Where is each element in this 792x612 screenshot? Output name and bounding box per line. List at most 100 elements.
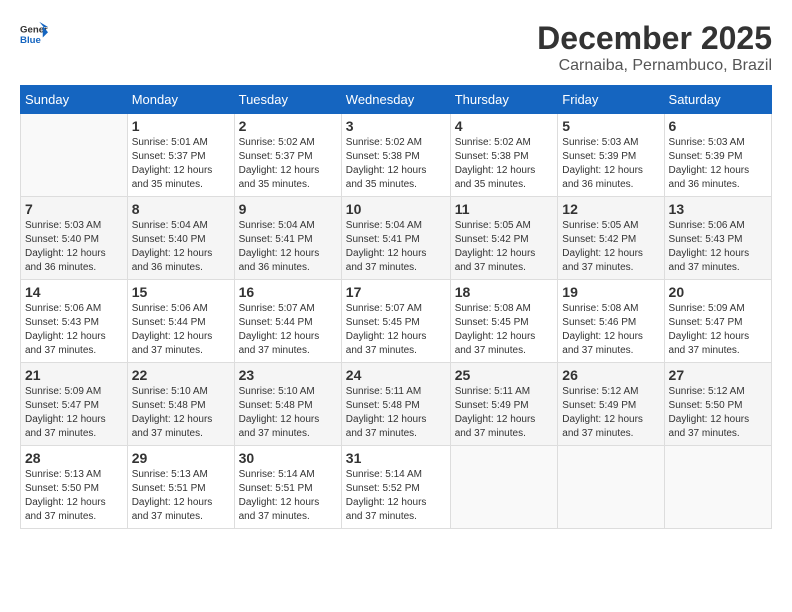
table-cell	[558, 446, 664, 529]
table-cell: 7Sunrise: 5:03 AMSunset: 5:40 PMDaylight…	[21, 197, 128, 280]
logo-icon: General Blue	[20, 20, 48, 48]
weekday-header-thursday: Thursday	[450, 86, 558, 114]
day-info: Sunrise: 5:04 AMSunset: 5:41 PMDaylight:…	[346, 219, 446, 275]
day-info: Sunrise: 5:07 AMSunset: 5:44 PMDaylight:…	[239, 302, 337, 358]
page-header: General Blue December 2025 Carnaiba, Per…	[20, 20, 772, 75]
table-cell	[664, 446, 771, 529]
table-cell: 25 Sunrise: 5:11 AMSunset: 5:49 PMDayligh…	[450, 363, 558, 446]
table-cell: 29Sunrise: 5:13 AMSunset: 5:51 PMDayligh…	[127, 446, 234, 529]
day-info: Sunrise: 5:08 AMSunset: 5:46 PMDaylight:…	[562, 302, 659, 358]
day-number: 13	[669, 201, 767, 217]
day-info: Sunrise: 5:03 AMSunset: 5:39 PMDaylight:…	[562, 136, 659, 192]
table-cell: 2 Sunrise: 5:02 AMSunset: 5:37 PMDaylight…	[234, 114, 341, 197]
day-number: 26	[562, 367, 659, 383]
day-info: Sunrise: 5:12 AMSunset: 5:49 PMDaylight:…	[562, 385, 659, 441]
day-info: Sunrise: 5:02 AMSunset: 5:38 PMDaylight:…	[346, 136, 446, 192]
table-cell: 4Sunrise: 5:02 AMSunset: 5:38 PMDaylight…	[450, 114, 558, 197]
table-cell: 8 Sunrise: 5:04 AMSunset: 5:40 PMDaylight…	[127, 197, 234, 280]
day-info: Sunrise: 5:03 AMSunset: 5:40 PMDaylight:…	[25, 219, 123, 275]
table-cell: 12 Sunrise: 5:05 AMSunset: 5:42 PMDayligh…	[558, 197, 664, 280]
day-number: 23	[239, 367, 337, 383]
table-cell: 1 Sunrise: 5:01 AMSunset: 5:37 PMDaylight…	[127, 114, 234, 197]
day-number: 11	[455, 201, 554, 217]
day-info: Sunrise: 5:02 AMSunset: 5:38 PMDaylight:…	[455, 136, 554, 192]
calendar-week-4: 21 Sunrise: 5:09 AMSunset: 5:47 PMDayligh…	[21, 363, 772, 446]
day-info: Sunrise: 5:04 AMSunset: 5:41 PMDaylight:…	[239, 219, 337, 275]
day-info: Sunrise: 5:04 AMSunset: 5:40 PMDaylight:…	[132, 219, 230, 275]
table-cell	[450, 446, 558, 529]
day-info: Sunrise: 5:10 AMSunset: 5:48 PMDaylight:…	[132, 385, 230, 441]
day-info: Sunrise: 5:06 AMSunset: 5:44 PMDaylight:…	[132, 302, 230, 358]
day-info: Sunrise: 5:07 AMSunset: 5:45 PMDaylight:…	[346, 302, 446, 358]
day-info: Sunrise: 5:08 AMSunset: 5:45 PMDaylight:…	[455, 302, 554, 358]
day-number: 9	[239, 201, 337, 217]
day-number: 28	[25, 450, 123, 466]
day-info: Sunrise: 5:12 AMSunset: 5:50 PMDaylight:…	[669, 385, 767, 441]
day-number: 22	[132, 367, 230, 383]
day-number: 3	[346, 118, 446, 134]
table-cell: 30Sunrise: 5:14 AMSunset: 5:51 PMDayligh…	[234, 446, 341, 529]
day-info: Sunrise: 5:14 AMSunset: 5:52 PMDaylight:…	[346, 468, 446, 524]
calendar-week-3: 14Sunrise: 5:06 AMSunset: 5:43 PMDayligh…	[21, 280, 772, 363]
day-number: 21	[25, 367, 123, 383]
table-cell: 15 Sunrise: 5:06 AMSunset: 5:44 PMDayligh…	[127, 280, 234, 363]
table-cell: 31 Sunrise: 5:14 AMSunset: 5:52 PMDayligh…	[341, 446, 450, 529]
month-title: December 2025	[537, 20, 772, 57]
weekday-header-friday: Friday	[558, 86, 664, 114]
day-number: 20	[669, 284, 767, 300]
day-number: 8	[132, 201, 230, 217]
weekday-header-wednesday: Wednesday	[341, 86, 450, 114]
day-number: 18	[455, 284, 554, 300]
day-number: 30	[239, 450, 337, 466]
day-info: Sunrise: 5:06 AMSunset: 5:43 PMDaylight:…	[669, 219, 767, 275]
day-info: Sunrise: 5:09 AMSunset: 5:47 PMDaylight:…	[669, 302, 767, 358]
table-cell	[21, 114, 128, 197]
day-number: 10	[346, 201, 446, 217]
day-info: Sunrise: 5:05 AMSunset: 5:42 PMDaylight:…	[455, 219, 554, 275]
day-number: 27	[669, 367, 767, 383]
table-cell: 10 Sunrise: 5:04 AMSunset: 5:41 PMDayligh…	[341, 197, 450, 280]
day-number: 16	[239, 284, 337, 300]
day-number: 31	[346, 450, 446, 466]
calendar-table: SundayMondayTuesdayWednesdayThursdayFrid…	[20, 85, 772, 529]
day-info: Sunrise: 5:05 AMSunset: 5:42 PMDaylight:…	[562, 219, 659, 275]
calendar-week-5: 28 Sunrise: 5:13 AMSunset: 5:50 PMDayligh…	[21, 446, 772, 529]
day-number: 6	[669, 118, 767, 134]
table-cell: 28 Sunrise: 5:13 AMSunset: 5:50 PMDayligh…	[21, 446, 128, 529]
day-info: Sunrise: 5:10 AMSunset: 5:48 PMDaylight:…	[239, 385, 337, 441]
svg-text:Blue: Blue	[20, 35, 41, 46]
table-cell: 26 Sunrise: 5:12 AMSunset: 5:49 PMDayligh…	[558, 363, 664, 446]
day-info: Sunrise: 5:01 AMSunset: 5:37 PMDaylight:…	[132, 136, 230, 192]
table-cell: 16 Sunrise: 5:07 AMSunset: 5:44 PMDayligh…	[234, 280, 341, 363]
table-cell: 5 Sunrise: 5:03 AMSunset: 5:39 PMDaylight…	[558, 114, 664, 197]
day-number: 5	[562, 118, 659, 134]
day-number: 14	[25, 284, 123, 300]
day-info: Sunrise: 5:09 AMSunset: 5:47 PMDaylight:…	[25, 385, 123, 441]
table-cell: 24Sunrise: 5:11 AMSunset: 5:48 PMDayligh…	[341, 363, 450, 446]
weekday-header-monday: Monday	[127, 86, 234, 114]
day-number: 12	[562, 201, 659, 217]
day-number: 2	[239, 118, 337, 134]
table-cell: 17Sunrise: 5:07 AMSunset: 5:45 PMDayligh…	[341, 280, 450, 363]
day-info: Sunrise: 5:11 AMSunset: 5:49 PMDaylight:…	[455, 385, 554, 441]
table-cell: 22 Sunrise: 5:10 AMSunset: 5:48 PMDayligh…	[127, 363, 234, 446]
day-info: Sunrise: 5:02 AMSunset: 5:37 PMDaylight:…	[239, 136, 337, 192]
day-info: Sunrise: 5:13 AMSunset: 5:51 PMDaylight:…	[132, 468, 230, 524]
location-title: Carnaiba, Pernambuco, Brazil	[537, 57, 772, 75]
day-number: 1	[132, 118, 230, 134]
table-cell: 21 Sunrise: 5:09 AMSunset: 5:47 PMDayligh…	[21, 363, 128, 446]
day-number: 25	[455, 367, 554, 383]
day-info: Sunrise: 5:13 AMSunset: 5:50 PMDaylight:…	[25, 468, 123, 524]
logo: General Blue	[20, 20, 48, 48]
table-cell: 23 Sunrise: 5:10 AMSunset: 5:48 PMDayligh…	[234, 363, 341, 446]
day-number: 15	[132, 284, 230, 300]
day-info: Sunrise: 5:03 AMSunset: 5:39 PMDaylight:…	[669, 136, 767, 192]
calendar-week-2: 7Sunrise: 5:03 AMSunset: 5:40 PMDaylight…	[21, 197, 772, 280]
table-cell: 6 Sunrise: 5:03 AMSunset: 5:39 PMDaylight…	[664, 114, 771, 197]
weekday-header-sunday: Sunday	[21, 86, 128, 114]
table-cell: 3 Sunrise: 5:02 AMSunset: 5:38 PMDaylight…	[341, 114, 450, 197]
table-cell: 9 Sunrise: 5:04 AMSunset: 5:41 PMDaylight…	[234, 197, 341, 280]
table-cell: 11 Sunrise: 5:05 AMSunset: 5:42 PMDayligh…	[450, 197, 558, 280]
day-info: Sunrise: 5:11 AMSunset: 5:48 PMDaylight:…	[346, 385, 446, 441]
table-cell: 19Sunrise: 5:08 AMSunset: 5:46 PMDayligh…	[558, 280, 664, 363]
